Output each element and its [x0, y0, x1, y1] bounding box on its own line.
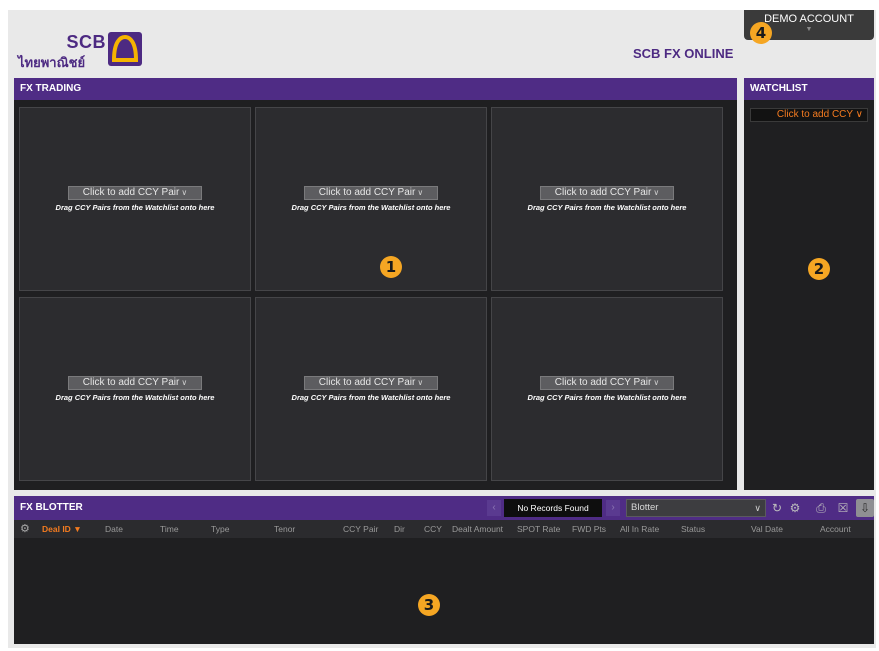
trading-tile: Click to add CCY Pair ∨ Drag CCY Pairs fr… [255, 107, 487, 291]
blotter-view-select[interactable]: Blotter ∨ [626, 499, 766, 517]
download-icon[interactable]: ⇩ [856, 499, 874, 517]
trading-tile: Click to add CCY Pair ∨ Drag CCY Pairs fr… [491, 297, 723, 481]
watchlist-add-select[interactable]: Click to add CCY ∨ [750, 108, 868, 122]
callout-badge-4: 4 [750, 22, 772, 44]
prev-page-button[interactable]: ‹ [487, 500, 501, 516]
column-tenor[interactable]: Tenor [274, 520, 295, 538]
blotter-view-label: Blotter [631, 502, 659, 513]
column-settings-gear-icon[interactable]: ⚙ [20, 520, 30, 538]
app-window: SCB ไทยพาณิชย์ SCB FX ONLINE DEMO ACCOUN… [8, 10, 876, 648]
logo-mark-icon [108, 32, 142, 66]
chevron-down-icon: ∨ [417, 188, 424, 197]
callout-badge-2: 2 [808, 258, 830, 280]
column-account[interactable]: Account [820, 520, 851, 538]
print-icon[interactable]: ⎙ [812, 499, 830, 517]
ccy-pair-select-label: Click to add CCY Pair [554, 377, 652, 388]
column-spot-rate[interactable]: SPOT Rate [517, 520, 560, 538]
drag-hint: Drag CCY Pairs from the Watchlist onto h… [527, 393, 687, 402]
column-status[interactable]: Status [681, 520, 705, 538]
column-deal-id-label: Deal ID [42, 524, 71, 534]
column-ccy[interactable]: CCY [424, 520, 442, 538]
chevron-down-icon: ∨ [754, 503, 761, 513]
callout-badge-1: 1 [380, 256, 402, 278]
ccy-pair-select[interactable]: Click to add CCY Pair ∨ [304, 186, 438, 200]
column-date[interactable]: Date [105, 520, 123, 538]
column-deal-id[interactable]: Deal ID ▼ [42, 520, 82, 538]
watchlist-panel: Click to add CCY ∨ 2 [744, 100, 874, 490]
column-dealt-amount[interactable]: Dealt Amount [452, 520, 503, 538]
column-dir[interactable]: Dir [394, 520, 405, 538]
blotter-toolbar: FX BLOTTER ‹ No Records Found › Blotter … [14, 496, 874, 520]
ccy-pair-select-label: Click to add CCY Pair [82, 377, 180, 388]
blotter-grid: 3 [14, 538, 874, 644]
ccy-pair-select-label: Click to add CCY Pair [318, 377, 416, 388]
watchlist-header: WATCHLIST [744, 78, 874, 100]
drag-hint: Drag CCY Pairs from the Watchlist onto h… [527, 203, 687, 212]
next-page-button[interactable]: › [606, 500, 620, 516]
blotter-column-header: ⚙ Deal ID ▼ Date Time Type Tenor CCY Pai… [14, 520, 874, 538]
drag-hint: Drag CCY Pairs from the Watchlist onto h… [55, 203, 215, 212]
settings-gear-icon[interactable]: ⚙ [786, 499, 804, 517]
trading-tile: Click to add CCY Pair ∨ Drag CCY Pairs fr… [19, 297, 251, 481]
column-all-in-rate[interactable]: All In Rate [620, 520, 659, 538]
sort-desc-icon: ▼ [73, 524, 82, 534]
ccy-pair-select[interactable]: Click to add CCY Pair ∨ [540, 376, 674, 390]
trading-tile: Click to add CCY Pair ∨ Drag CCY Pairs fr… [491, 107, 723, 291]
column-fwd-pts[interactable]: FWD Pts [572, 520, 606, 538]
column-val-date[interactable]: Val Date [751, 520, 783, 538]
ccy-pair-select[interactable]: Click to add CCY Pair ∨ [304, 376, 438, 390]
drag-hint: Drag CCY Pairs from the Watchlist onto h… [291, 393, 451, 402]
fx-trading-panel: Click to add CCY Pair ∨ Drag CCY Pairs fr… [14, 100, 737, 490]
callout-badge-3: 3 [418, 594, 440, 616]
drag-hint: Drag CCY Pairs from the Watchlist onto h… [55, 393, 215, 402]
excel-export-icon[interactable]: ☒ [834, 499, 852, 517]
logo-text-en: SCB [66, 32, 106, 52]
brand-title: SCB FX ONLINE [633, 46, 734, 61]
trading-tile: Click to add CCY Pair ∨ Drag CCY Pairs fr… [255, 297, 487, 481]
chevron-down-icon: ∨ [855, 109, 863, 120]
ccy-pair-select-label: Click to add CCY Pair [82, 187, 180, 198]
column-ccy-pair[interactable]: CCY Pair [343, 520, 378, 538]
ccy-pair-select[interactable]: Click to add CCY Pair ∨ [68, 186, 202, 200]
chevron-down-icon: ∨ [653, 188, 660, 197]
chevron-down-icon: ∨ [181, 188, 188, 197]
ccy-pair-select[interactable]: Click to add CCY Pair ∨ [540, 186, 674, 200]
watchlist-add-select-label: Click to add CCY [776, 109, 853, 120]
chevron-down-icon: ∨ [417, 378, 424, 387]
ccy-pair-select[interactable]: Click to add CCY Pair ∨ [68, 376, 202, 390]
ccy-pair-select-label: Click to add CCY Pair [318, 187, 416, 198]
fx-trading-header: FX TRADING [14, 78, 737, 100]
trading-tile: Click to add CCY Pair ∨ Drag CCY Pairs fr… [19, 107, 251, 291]
chevron-down-icon: ∨ [181, 378, 188, 387]
scb-logo: SCB ไทยพาณิชย์ [18, 30, 158, 70]
drag-hint: Drag CCY Pairs from the Watchlist onto h… [291, 203, 451, 212]
column-time[interactable]: Time [160, 520, 179, 538]
records-status: No Records Found [504, 499, 602, 517]
refresh-icon[interactable]: ↻ [768, 499, 786, 517]
chevron-down-icon: ∨ [653, 378, 660, 387]
ccy-pair-select-label: Click to add CCY Pair [554, 187, 652, 198]
column-type[interactable]: Type [211, 520, 229, 538]
logo-text-th: ไทยพาณิชย์ [18, 55, 86, 70]
blotter-title: FX BLOTTER [20, 502, 83, 513]
